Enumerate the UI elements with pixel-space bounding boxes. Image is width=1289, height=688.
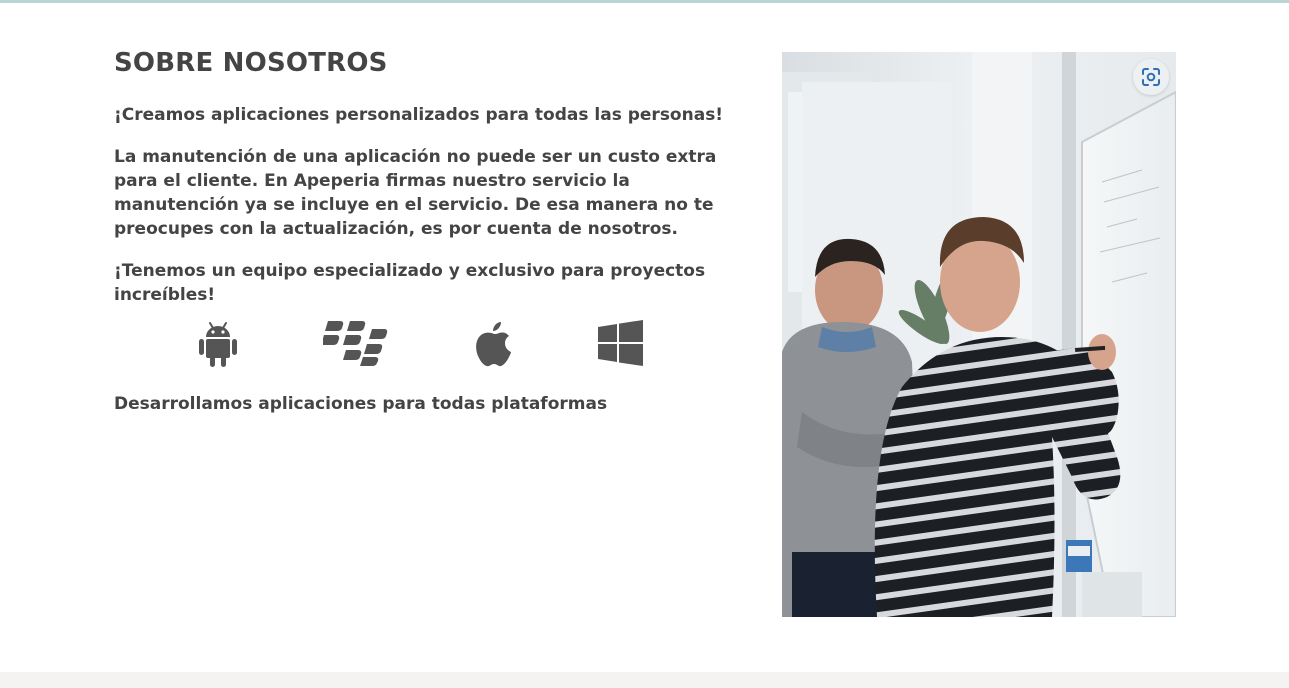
team-photo	[782, 52, 1176, 617]
footer-band	[0, 672, 1289, 688]
about-title: SOBRE NOSOTROS	[114, 48, 388, 78]
blackberry-icon	[323, 320, 389, 372]
android-icon	[198, 320, 238, 372]
about-text-column: SOBRE NOSOTROS ¡Creamos aplicaciones per…	[114, 47, 734, 414]
about-intro: ¡Creamos aplicaciones personalizados par…	[114, 105, 724, 125]
apple-icon	[474, 320, 514, 372]
visual-search-icon	[1142, 68, 1160, 86]
visual-search-button[interactable]	[1133, 59, 1169, 95]
about-maintenance: La manutención de una aplicación no pued…	[114, 147, 717, 239]
about-team: ¡Tenemos un equipo especializado y exclu…	[114, 261, 706, 305]
windows-icon	[598, 320, 644, 372]
platform-icons	[114, 320, 734, 372]
about-platforms: Desarrollamos aplicaciones para todas pl…	[114, 394, 608, 414]
